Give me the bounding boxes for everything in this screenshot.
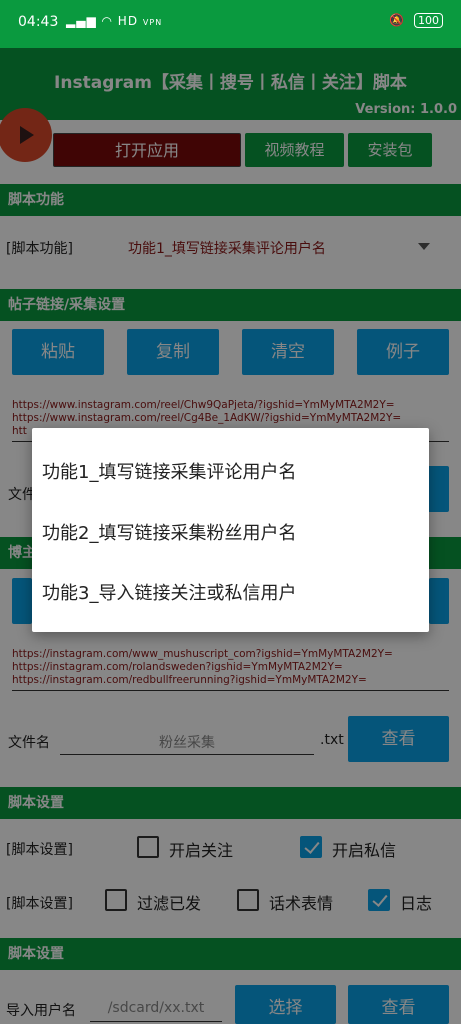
mute-icon: 🔕 (389, 13, 405, 27)
network-type: HD (117, 14, 139, 28)
status-bar: 04:43 ▂▄▆ ◠ HD VPN 🔕 100 (0, 0, 461, 48)
dialog-option-1[interactable]: 功能1_填写链接采集评论用户名 (42, 458, 296, 484)
status-right: 🔕 100 (389, 13, 443, 28)
vpn-icon: VPN (142, 18, 163, 27)
status-time: 04:43 (18, 14, 59, 30)
signal-icon: ▂▄▆ ◠ HD VPN (66, 14, 163, 28)
dialog-option-3[interactable]: 功能3_导入链接关注或私信用户 (42, 579, 296, 605)
dialog-option-2[interactable]: 功能2_填写链接采集粉丝用户名 (42, 519, 296, 545)
function-select-dialog: 功能1_填写链接采集评论用户名 功能2_填写链接采集粉丝用户名 功能3_导入链接… (32, 428, 429, 632)
battery-icon: 100 (414, 13, 443, 28)
